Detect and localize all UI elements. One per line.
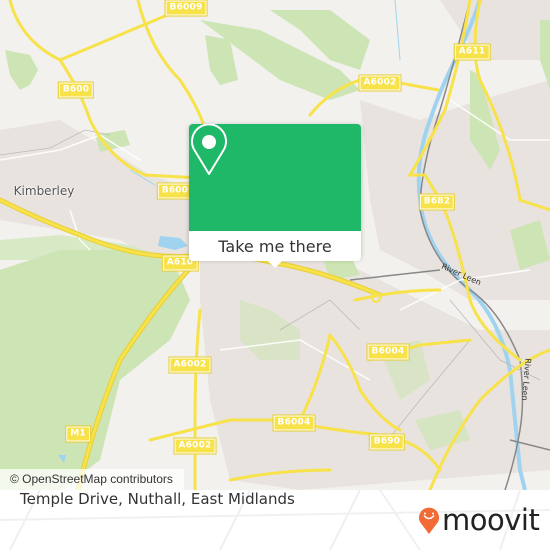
road-label-b6004: B6004 — [272, 414, 316, 432]
popup-arrow — [265, 258, 285, 268]
place-label-kimberley: Kimberley — [13, 184, 75, 198]
moovit-map-card: Kimberley B6009 B600 B600 A6002 A611 B68… — [0, 0, 550, 550]
road-label-b690: B690 — [368, 433, 406, 451]
road-label-a6002: A6002 — [168, 356, 212, 374]
road-label-b600: B600 — [156, 182, 194, 200]
road-label-m1: M1 — [65, 425, 91, 443]
road-label-a6002: A6002 — [173, 437, 217, 455]
moovit-wordmark: moovit — [442, 503, 540, 537]
popup-header — [189, 124, 361, 231]
location-popup: Take me there — [189, 124, 361, 268]
footer: Temple Drive, Nuthall, East Midlands moo… — [0, 490, 550, 550]
moovit-pin-icon — [419, 507, 439, 534]
road-label-b600: B600 — [57, 81, 95, 99]
map-view[interactable]: Kimberley B6009 B600 B600 A6002 A611 B68… — [0, 0, 550, 490]
location-pin-icon — [191, 124, 227, 175]
road-label-a6002: A6002 — [358, 74, 402, 92]
take-me-there-button[interactable]: Take me there — [189, 231, 361, 261]
road-label-b6009: B6009 — [164, 0, 208, 17]
road-label-a611: A611 — [453, 43, 491, 61]
moovit-logo[interactable]: moovit — [418, 502, 540, 538]
road-label-b682: B682 — [418, 193, 456, 211]
footer-address: Temple Drive, Nuthall, East Midlands — [20, 490, 295, 508]
map-attribution[interactable]: © OpenStreetMap contributors — [0, 469, 184, 490]
road-label-b6004: B6004 — [366, 343, 410, 361]
